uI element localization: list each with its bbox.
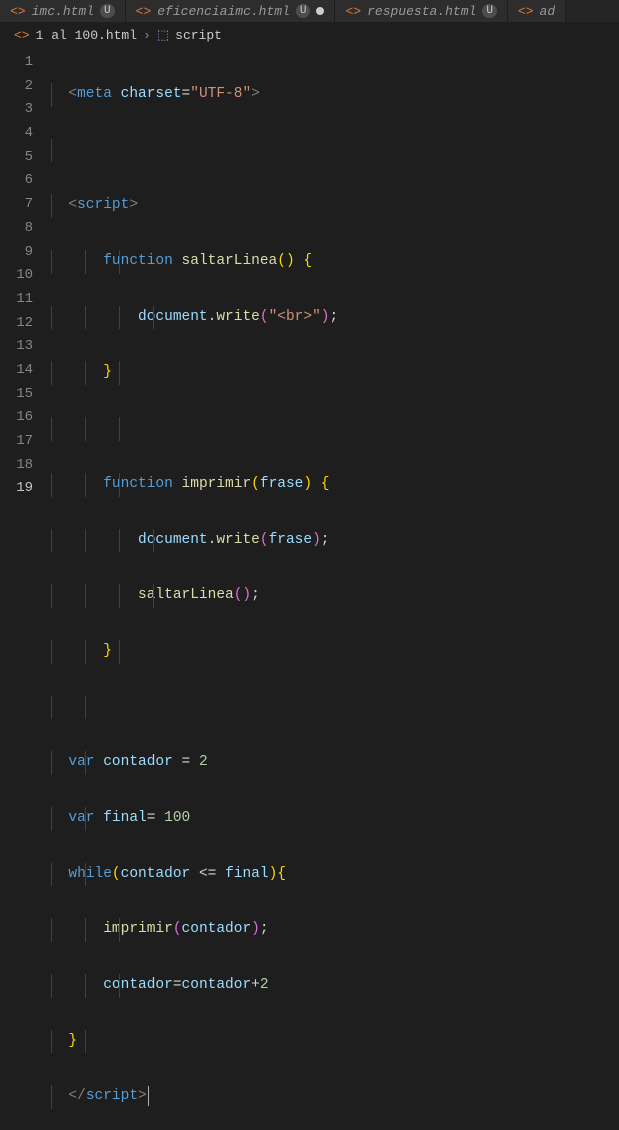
text-cursor [148, 1086, 149, 1106]
git-badge: U [100, 4, 115, 18]
html-file-icon: <> [10, 4, 26, 19]
tab-label: eficenciaimc.html [157, 4, 290, 19]
html-file-icon: <> [518, 4, 534, 19]
line-number: 5 [0, 146, 51, 170]
git-badge: U [296, 4, 311, 18]
line-number: 15 [0, 383, 51, 407]
line-number: 12 [0, 312, 51, 336]
tab-label: ad [540, 4, 556, 19]
breadcrumb-file: 1 al 100.html [36, 28, 137, 43]
git-badge: U [482, 4, 497, 18]
tab-eficencia[interactable]: <> eficenciaimc.html U [126, 0, 336, 22]
tab-respuesta[interactable]: <> respuesta.html U [335, 0, 507, 22]
line-number: 10 [0, 264, 51, 288]
breadcrumb-node: script [175, 28, 222, 43]
line-number: 1 [0, 51, 51, 75]
html-file-icon: <> [136, 4, 152, 19]
line-number: 4 [0, 122, 51, 146]
chevron-right-icon: › [143, 28, 151, 43]
breadcrumb[interactable]: <> 1 al 100.html › ⬚ script [0, 22, 619, 48]
line-number: 13 [0, 335, 51, 359]
editor[interactable]: 12345678910111213141516171819 <meta char… [0, 48, 619, 1130]
symbol-block-icon: ⬚ [157, 28, 169, 43]
code-area[interactable]: <meta charset="UTF-8"> <script> function… [51, 48, 619, 1130]
line-number: 17 [0, 430, 51, 454]
line-number: 3 [0, 98, 51, 122]
line-number-gutter: 12345678910111213141516171819 [0, 48, 51, 1130]
line-number: 14 [0, 359, 51, 383]
tab-label: imc.html [32, 4, 94, 19]
tab-imc[interactable]: <> imc.html U [0, 0, 126, 22]
line-number: 8 [0, 217, 51, 241]
line-number: 9 [0, 241, 51, 265]
line-number: 11 [0, 288, 51, 312]
line-number: 16 [0, 406, 51, 430]
line-number: 6 [0, 169, 51, 193]
html-file-icon: <> [14, 28, 30, 43]
tab-label: respuesta.html [367, 4, 476, 19]
tab-bar: <> imc.html U <> eficenciaimc.html U <> … [0, 0, 619, 22]
line-number: 18 [0, 454, 51, 478]
html-file-icon: <> [345, 4, 361, 19]
line-number: 7 [0, 193, 51, 217]
tab-ad[interactable]: <> ad [508, 0, 566, 22]
line-number: 2 [0, 75, 51, 99]
line-number: 19 [0, 477, 51, 501]
dirty-indicator-icon [316, 7, 324, 15]
